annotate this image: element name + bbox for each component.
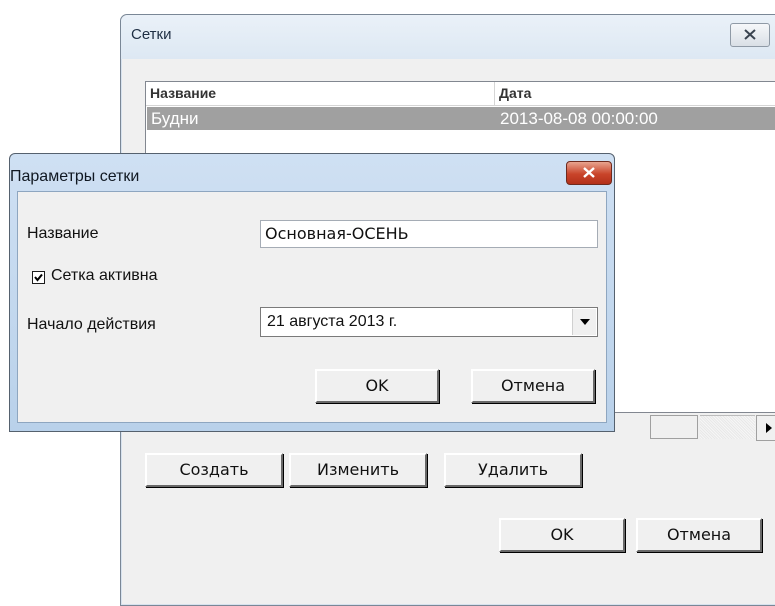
start-date-dropdown-button[interactable]: [572, 309, 596, 335]
dialog-cancel-button[interactable]: Отмена: [471, 369, 595, 403]
dialog-ok-button[interactable]: OK: [315, 369, 439, 403]
grids-window-titlebar[interactable]: Сетки: [121, 15, 775, 59]
name-label: Название: [27, 225, 99, 242]
chevron-down-icon: [580, 319, 590, 325]
column-header-date[interactable]: Дата: [495, 82, 775, 105]
row-date-cell: 2013-08-08 00:00:00: [500, 109, 658, 128]
scroll-right-button[interactable]: [756, 415, 775, 441]
grid-params-dialog: Параметры сетки Название Основная-ОСЕНЬ …: [9, 153, 615, 432]
cancel-button[interactable]: Отмена: [636, 518, 762, 552]
create-button[interactable]: Создать: [145, 453, 283, 487]
edit-button[interactable]: Изменить: [289, 453, 427, 487]
scroll-right-arrow-icon: [766, 423, 772, 433]
dialog-close-button[interactable]: [566, 161, 612, 185]
checkmark-icon: [34, 273, 43, 282]
start-date-value: 21 августа 2013 г.: [267, 313, 398, 330]
start-date-label: Начало действия: [27, 316, 156, 333]
dialog-client-area: Название Основная-ОСЕНЬ Сетка активна На…: [17, 191, 607, 423]
start-date-picker[interactable]: 21 августа 2013 г.: [260, 307, 598, 337]
active-checkbox[interactable]: [32, 271, 45, 284]
row-name-cell: Будни: [151, 109, 199, 128]
grids-window-title: Сетки: [131, 26, 172, 43]
grids-window-close-button[interactable]: [730, 23, 770, 47]
delete-button[interactable]: Удалить: [444, 453, 582, 487]
name-field[interactable]: Основная-ОСЕНЬ: [260, 220, 598, 248]
column-header-name[interactable]: Название: [146, 82, 495, 105]
dialog-title: Параметры сетки: [10, 168, 140, 185]
close-icon: [744, 29, 756, 40]
scrollbar-thumb[interactable]: [650, 415, 698, 439]
active-checkbox-label[interactable]: Сетка активна: [51, 267, 158, 285]
table-row[interactable]: Будни 2013-08-08 00:00:00: [147, 107, 775, 130]
scrollbar-track[interactable]: [700, 415, 755, 439]
close-icon: [583, 167, 595, 178]
ok-button[interactable]: OK: [499, 518, 625, 552]
grids-list-header: Название Дата: [146, 82, 775, 106]
